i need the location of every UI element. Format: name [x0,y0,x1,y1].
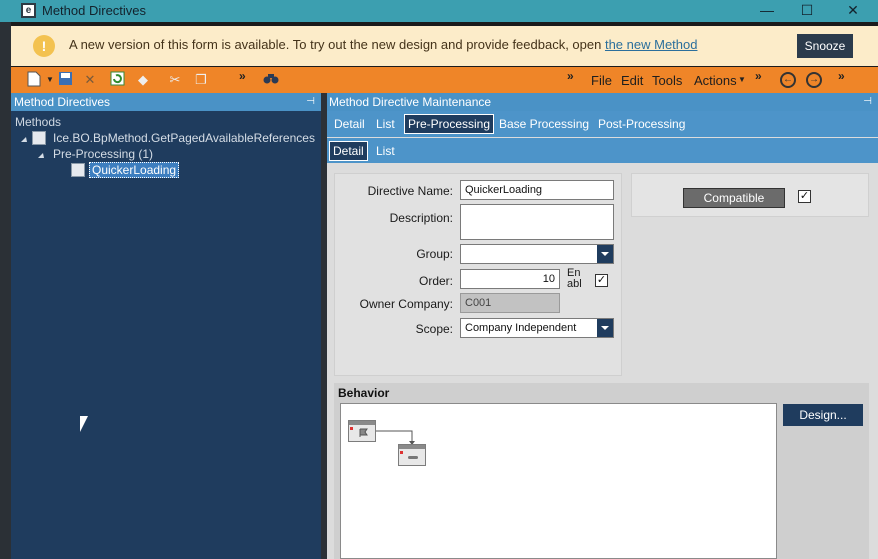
tree-node-method[interactable]: Ice.BO.BpMethod.GetPagedAvailableReferen… [53,131,315,145]
group-label: Group: [416,247,453,261]
order-label: Order: [418,274,453,288]
design-button[interactable]: Design... [783,404,863,426]
previous-icon[interactable]: ← [780,72,796,88]
sub-tabs: Detail List [327,138,878,163]
description-field[interactable] [460,204,614,240]
minimize-button[interactable]: — [752,1,782,21]
subtab-detail[interactable]: Detail [329,141,368,161]
action-node[interactable] [398,444,426,466]
notification-bar: ! A new version of this form is availabl… [11,26,878,66]
behavior-group: Behavior Design... [334,383,869,559]
tree-panel-header: Method Directives ⊣ [11,93,321,111]
toolbar-overflow-icon[interactable]: » [239,69,246,83]
enabled-checkbox[interactable]: ✓ [595,274,608,287]
owner-company-field: C001 [460,293,560,313]
tab-list[interactable]: List [376,117,395,131]
next-icon[interactable]: → [806,72,822,88]
scope-value: Company Independent [465,322,577,334]
tree-panel: Method Directives ⊣ Methods Ice.BO.BpMet… [11,93,321,559]
main-panel: Method Directive Maintenance ⊣ Detail Li… [327,93,878,559]
pin-icon[interactable]: ⊣ [306,93,315,111]
nav-overflow-icon[interactable]: » [755,69,762,83]
subtab-list[interactable]: List [376,144,395,158]
main-tabs: Detail List Pre-Processing Base Processi… [327,111,878,137]
group-dropdown-icon[interactable] [597,245,613,263]
mouse-cursor-icon [80,416,88,432]
title-bar: e Method Directives — ☐ ✕ [0,0,878,22]
directive-name-field[interactable]: QuickerLoading [460,180,614,200]
maximize-button[interactable]: ☐ [792,1,822,21]
left-edge-strip [0,22,11,559]
expand-method-icon[interactable] [21,137,27,142]
scope-dropdown-icon[interactable] [597,319,613,337]
directive-detail-group: Directive Name: QuickerLoading Descripti… [334,173,622,376]
tree-node-pre-processing[interactable]: Pre-Processing (1) [53,147,153,161]
app-logo-icon: e [21,3,36,18]
tab-detail[interactable]: Detail [334,117,365,131]
close-button[interactable]: ✕ [838,1,868,21]
tab-base-processing[interactable]: Base Processing [499,117,589,131]
tab-post-processing[interactable]: Post-Processing [598,117,685,131]
owner-company-label: Owner Company: [359,297,453,311]
window-title: Method Directives [42,3,147,18]
end-overflow-icon[interactable]: » [838,69,845,83]
compatible-checkbox[interactable]: ✓ [798,190,811,203]
method-node-icon [32,131,46,145]
enabled-label: En abl [567,267,582,290]
delete-icon[interactable]: ✕ [81,71,99,89]
file-menu[interactable]: File [591,73,612,88]
clear-icon[interactable]: ◆ [134,71,152,89]
scope-combo[interactable]: Company Independent [460,318,614,338]
group-combo[interactable] [460,244,614,264]
directive-node-icon [71,163,85,177]
tree-node-directive[interactable]: QuickerLoading [89,162,180,178]
tree-root[interactable]: Methods [15,115,61,129]
warning-icon: ! [33,35,55,57]
main-panel-header: Method Directive Maintenance ⊣ [327,93,878,111]
directive-name-label: Directive Name: [367,184,453,198]
actions-dropdown-icon[interactable]: ▼ [733,71,751,89]
compatible-button[interactable]: Compatible [683,188,785,208]
copy-icon[interactable]: ❐ [192,71,210,89]
main-panel-title: Method Directive Maintenance [329,95,492,109]
notification-message: A new version of this form is available.… [69,37,697,52]
tools-menu[interactable]: Tools [652,73,682,88]
new-form-link[interactable]: the new Method [605,37,698,52]
compatibility-group: Compatible ✓ [631,173,869,217]
workflow-canvas[interactable] [340,403,777,559]
refresh-icon[interactable] [108,71,126,89]
start-node[interactable] [348,420,376,442]
order-field[interactable]: 10 [460,269,560,289]
main-pin-icon[interactable]: ⊣ [863,93,872,111]
toolbar: ▼ ✕ ◆ ✂ ❐ » » File Edit Tools Actions ▼ … [11,67,878,93]
actions-menu[interactable]: Actions [694,73,737,88]
cut-icon[interactable]: ✂ [166,71,184,89]
scope-label: Scope: [415,322,453,336]
tab-pre-processing[interactable]: Pre-Processing [404,114,495,134]
expand-group-icon[interactable] [38,153,44,158]
save-icon[interactable] [56,71,74,89]
menu-overflow-icon[interactable]: » [567,69,574,83]
behavior-title: Behavior [338,386,390,400]
search-icon[interactable] [262,71,280,89]
snooze-button[interactable]: Snooze [797,34,853,58]
edit-menu[interactable]: Edit [621,73,643,88]
tree-panel-title: Method Directives [14,95,111,109]
description-label: Description: [389,211,453,225]
notification-text: A new version of this form is available.… [69,37,605,52]
